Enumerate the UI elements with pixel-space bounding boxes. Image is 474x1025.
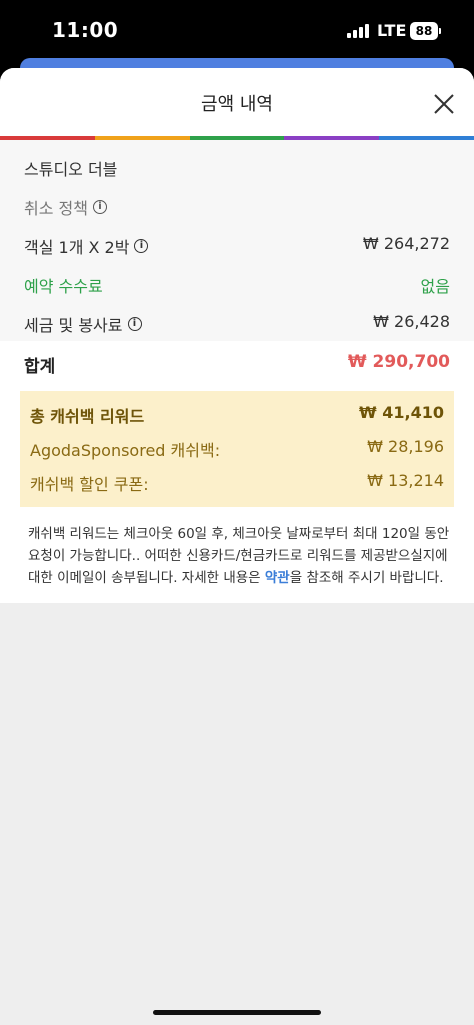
rainbow-segment: [94, 136, 190, 140]
rainbow-segment: [284, 136, 380, 140]
home-indicator[interactable]: [153, 1010, 321, 1015]
booking-fee-label: 예약 수수료: [24, 277, 103, 296]
cashback-coupon-value: ₩ 13,214: [367, 471, 444, 490]
cashback-sponsored-value: ₩ 28,196: [367, 437, 444, 456]
price-details-sheet: 금액 내역 스튜디오 더블 취소 정책 i 객실 1개 X 2박 i ₩ 264…: [0, 68, 474, 1025]
terms-link[interactable]: 약관: [265, 570, 290, 586]
room-price-label: 객실 1개 X 2박 i: [24, 234, 149, 258]
room-count-text: 객실 1개 X 2박: [24, 238, 130, 257]
close-button[interactable]: [428, 88, 460, 120]
network-type: LTE: [377, 21, 407, 40]
status-time: 11:00: [52, 18, 119, 42]
signal-icon: [347, 24, 371, 38]
cashback-section: 총 캐쉬백 리워드 ₩ 41,410 AgodaSponsored 캐쉬백: ₩…: [0, 387, 474, 517]
price-breakdown: 스튜디오 더블 취소 정책 i 객실 1개 X 2박 i ₩ 264,272 예…: [0, 140, 474, 341]
cashback-total-row: 총 캐쉬백 리워드 ₩ 41,410: [20, 395, 454, 429]
rainbow-segment: [379, 136, 474, 140]
tax-value: ₩ 26,428: [373, 312, 450, 331]
cashback-coupon-row: 캐쉬백 할인 쿠폰: ₩ 13,214: [20, 463, 454, 497]
total-label: 합계: [24, 357, 56, 377]
cancel-policy-row[interactable]: 취소 정책 i: [0, 185, 474, 224]
booking-fee-value: 없음: [420, 277, 450, 296]
info-icon[interactable]: i: [92, 200, 107, 214]
cashback-note: 캐쉬백 리워드는 체크아웃 60일 후, 체크아웃 날짜로부터 최대 120일 …: [0, 517, 474, 603]
room-name: 스튜디오 더블: [24, 160, 118, 179]
status-bar: 11:00 LTE 88: [0, 0, 474, 60]
cancel-policy-label[interactable]: 취소 정책 i: [24, 195, 107, 219]
battery-tip: [439, 28, 441, 34]
total-value: ₩ 290,700: [347, 352, 450, 372]
cashback-sponsored-row: AgodaSponsored 캐쉬백: ₩ 28,196: [20, 429, 454, 463]
tax-label: 세금 및 봉사료 i: [24, 312, 142, 336]
sheet-header: 금액 내역: [0, 68, 474, 136]
room-price-value: ₩ 264,272: [362, 234, 450, 253]
sheet-title: 금액 내역: [201, 94, 273, 115]
battery-icon: 88: [410, 22, 438, 40]
info-icon[interactable]: i: [127, 317, 142, 331]
info-icon[interactable]: i: [134, 239, 149, 253]
close-icon: [434, 94, 454, 114]
tax-text: 세금 및 봉사료: [24, 316, 123, 335]
total-row: 합계 ₩ 290,700: [0, 341, 474, 387]
cashback-total-label: 총 캐쉬백 리워드: [30, 407, 145, 426]
booking-fee-row: 예약 수수료 없음: [0, 263, 474, 302]
rainbow-divider: [0, 136, 474, 140]
note-text-end: 을 참조해 주시기 바랍니다.: [289, 570, 444, 586]
cancel-policy-text: 취소 정책: [24, 199, 88, 218]
cashback-box: 총 캐쉬백 리워드 ₩ 41,410 AgodaSponsored 캐쉬백: ₩…: [20, 391, 454, 507]
room-price-row: 객실 1개 X 2박 i ₩ 264,272: [0, 224, 474, 263]
rainbow-segment: [189, 136, 285, 140]
room-name-row: 스튜디오 더블: [0, 146, 474, 185]
rainbow-segment: [0, 136, 95, 140]
cashback-total-value: ₩ 41,410: [359, 403, 444, 422]
tax-row: 세금 및 봉사료 i ₩ 26,428: [0, 302, 474, 341]
cashback-coupon-label: 캐쉬백 할인 쿠폰:: [30, 475, 149, 494]
cashback-sponsored-label: AgodaSponsored 캐쉬백:: [30, 441, 221, 460]
